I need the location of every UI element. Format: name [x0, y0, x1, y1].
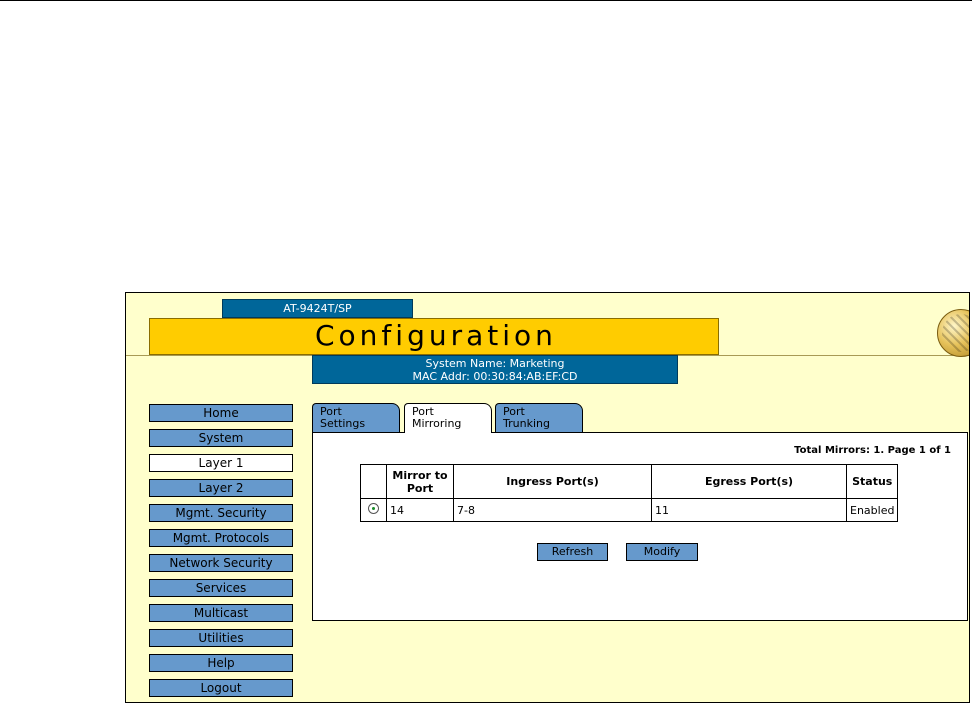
nav-mgmt-protocols-button[interactable]: Mgmt. Protocols [149, 529, 293, 547]
system-name: System Name: Marketing [425, 357, 565, 370]
mirror-port-header: Mirror to Port [386, 464, 454, 499]
page-title: Configuration [315, 319, 557, 352]
table-header-row: Mirror to Port Ingress Port(s) Egress Po… [360, 464, 899, 499]
row-select-radio[interactable] [368, 503, 379, 514]
refresh-button[interactable]: Refresh [537, 543, 608, 561]
ingress-ports-header: Ingress Port(s) [453, 464, 652, 499]
mirror-table: Mirror to Port Ingress Port(s) Egress Po… [360, 464, 899, 522]
status-header: Status [845, 464, 899, 499]
nav-utilities-button[interactable]: Utilities [149, 629, 293, 647]
config-banner: Configuration [149, 318, 719, 355]
tab-label-line2: Trunking [503, 417, 550, 430]
mirror-port-header-line2: Port [406, 481, 434, 495]
select-column-header [360, 464, 387, 499]
top-rule [0, 0, 972, 1]
nav-help-button[interactable]: Help [149, 654, 293, 672]
egress-ports-header: Egress Port(s) [651, 464, 847, 499]
tab-port-mirroring[interactable]: Port Mirroring [404, 403, 492, 433]
mirror-summary: Total Mirrors: 1. Page 1 of 1 [794, 445, 951, 456]
nav-multicast-button[interactable]: Multicast [149, 604, 293, 622]
mirroring-panel: Total Mirrors: 1. Page 1 of 1 Mirror to … [312, 432, 968, 621]
globe-logo-icon [937, 309, 969, 357]
nav-network-security-button[interactable]: Network Security [149, 554, 293, 572]
egress-ports-cell: 11 [651, 498, 847, 522]
ingress-ports-cell: 7-8 [453, 498, 652, 522]
mirror-port-header-line1: Mirror to [392, 468, 448, 482]
mac-address: MAC Addr: 00:30:84:AB:EF:CD [412, 370, 578, 383]
tab-label-line2: Settings [320, 417, 366, 430]
nav-logout-button[interactable]: Logout [149, 679, 293, 697]
nav-system-button[interactable]: System [149, 429, 293, 447]
modify-button[interactable]: Modify [626, 543, 698, 561]
system-info: System Name: Marketing MAC Addr: 00:30:8… [312, 355, 678, 384]
tab-port-settings[interactable]: Port Settings [312, 403, 400, 432]
nav-layer2-button[interactable]: Layer 2 [149, 479, 293, 497]
nav-mgmt-security-button[interactable]: Mgmt. Security [149, 504, 293, 522]
app-frame: AT-9424T/SP Configuration System Name: M… [125, 292, 970, 703]
nav-home-button[interactable]: Home [149, 404, 293, 422]
tab-label-line2: Mirroring [412, 417, 462, 430]
radio-selected-dot [372, 507, 375, 510]
status-cell: Enabled [845, 498, 899, 522]
side-nav: Home System Layer 1 Layer 2 Mgmt. Securi… [149, 404, 293, 702]
table-row: 14 7-8 11 Enabled [360, 498, 899, 522]
select-cell [360, 498, 387, 522]
nav-layer1-button[interactable]: Layer 1 [149, 454, 293, 472]
model-label: AT-9424T/SP [222, 299, 413, 318]
tab-port-trunking[interactable]: Port Trunking [495, 403, 583, 432]
mirror-port-cell: 14 [386, 498, 454, 522]
nav-services-button[interactable]: Services [149, 579, 293, 597]
